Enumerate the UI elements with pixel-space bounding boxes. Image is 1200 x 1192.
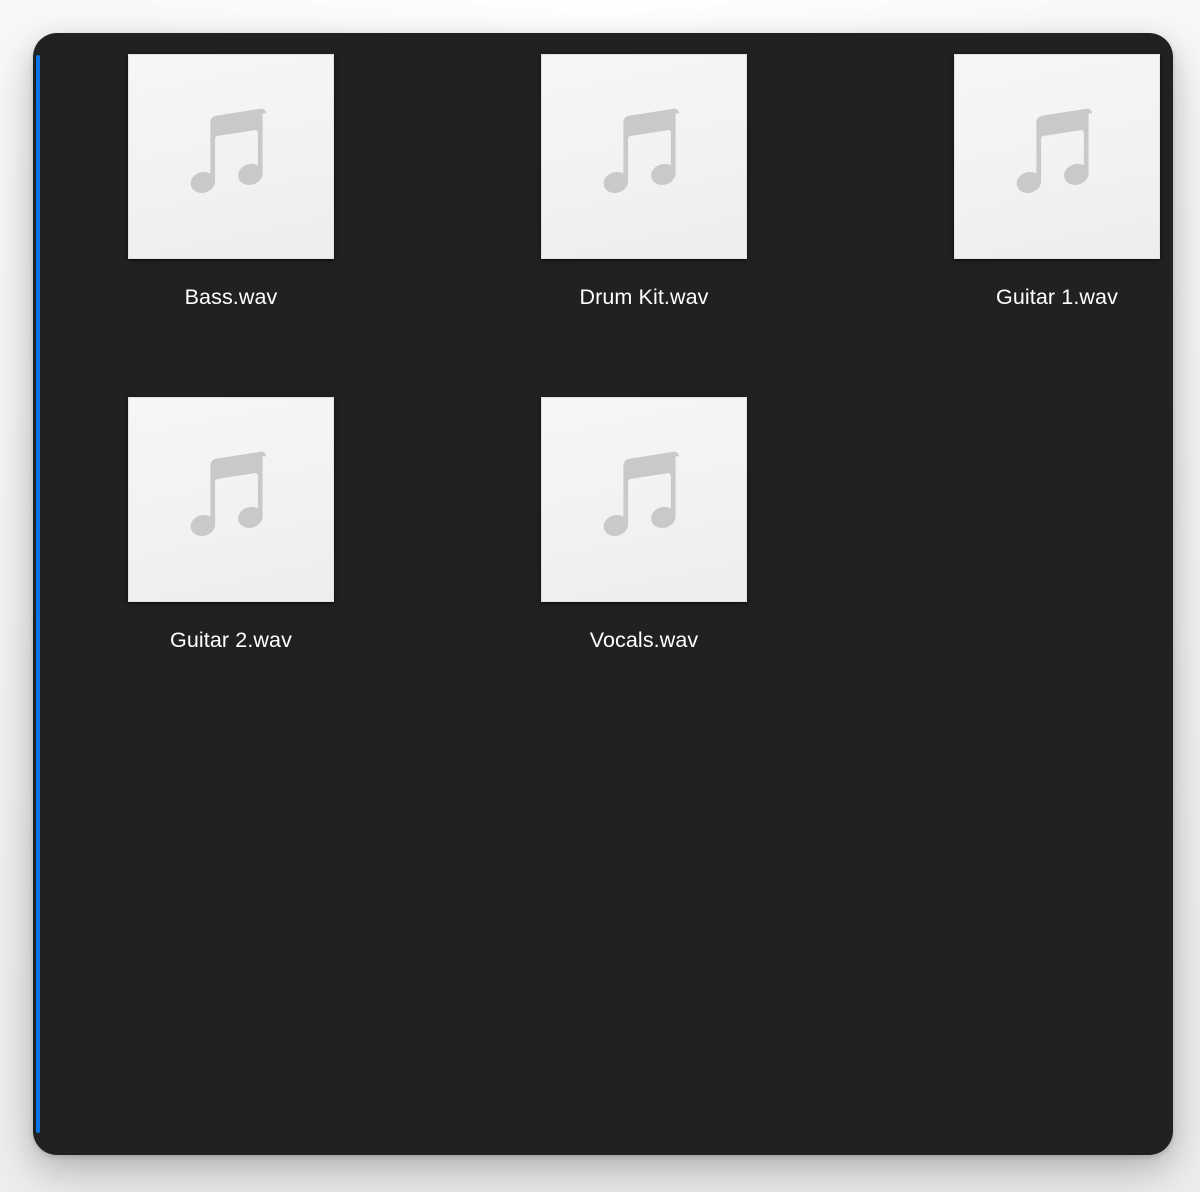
file-item[interactable]: Guitar 2.wav bbox=[86, 397, 376, 740]
file-name-label: Guitar 1.wav bbox=[996, 285, 1118, 309]
file-thumbnail[interactable] bbox=[541, 54, 747, 259]
file-thumbnail[interactable] bbox=[128, 397, 334, 602]
music-note-icon bbox=[175, 444, 287, 556]
file-name-label: Drum Kit.wav bbox=[579, 285, 709, 309]
file-icon-grid[interactable]: Bass.wav Drum Kit.wav Guitar 1.wav Guita… bbox=[33, 33, 1173, 1155]
file-item[interactable]: Guitar 1.wav bbox=[912, 54, 1173, 397]
file-name-label: Guitar 2.wav bbox=[170, 628, 292, 652]
desktop-background: Bass.wav Drum Kit.wav Guitar 1.wav Guita… bbox=[0, 0, 1200, 1192]
file-name-label: Vocals.wav bbox=[589, 628, 699, 652]
music-note-icon bbox=[1001, 101, 1113, 213]
file-item[interactable]: Vocals.wav bbox=[499, 397, 789, 740]
file-item[interactable]: Drum Kit.wav bbox=[499, 54, 789, 397]
file-thumbnail[interactable] bbox=[541, 397, 747, 602]
music-note-icon bbox=[588, 101, 700, 213]
file-thumbnail[interactable] bbox=[954, 54, 1160, 259]
file-thumbnail[interactable] bbox=[128, 54, 334, 259]
file-name-label: Bass.wav bbox=[184, 285, 278, 309]
file-browser-window[interactable]: Bass.wav Drum Kit.wav Guitar 1.wav Guita… bbox=[33, 33, 1173, 1155]
music-note-icon bbox=[588, 444, 700, 556]
music-note-icon bbox=[175, 101, 287, 213]
file-item[interactable]: Bass.wav bbox=[86, 54, 376, 397]
